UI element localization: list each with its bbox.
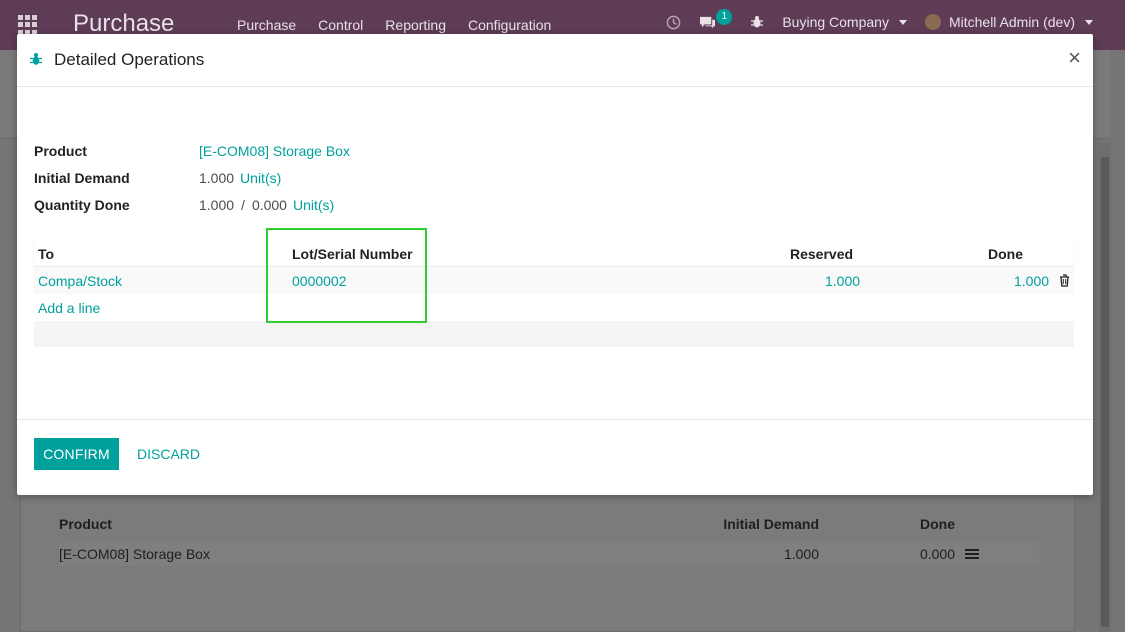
company-switcher[interactable]: Buying Company [782, 14, 907, 30]
close-icon[interactable]: × [1068, 47, 1081, 69]
systray: 1 Buying Company Mitchell Admin (dev) [666, 9, 1093, 30]
operation-summary: Product [E-COM08] Storage Box Initial De… [34, 137, 350, 218]
confirm-button[interactable]: CONFIRM [34, 438, 119, 470]
quantity-done-label: Quantity Done [34, 196, 130, 213]
initial-demand-label: Initial Demand [34, 169, 130, 186]
discard-button[interactable]: DISCARD [129, 438, 208, 470]
col-to[interactable]: To [38, 246, 54, 262]
debug-bug-icon[interactable] [750, 15, 764, 29]
scrollbar[interactable] [1099, 143, 1111, 632]
initial-demand-uom-link[interactable]: Unit(s) [240, 170, 281, 186]
quantity-reserved-value: 0.000 [251, 196, 287, 213]
row-done: 0.000 [919, 546, 955, 562]
col-product: Product [59, 516, 112, 532]
table-row[interactable]: Compa/Stock 0000002 1.000 1.000 [34, 267, 1074, 294]
messages-count-badge: 1 [716, 9, 733, 25]
bug-icon [30, 53, 42, 65]
main-menu: Purchase Control Reporting Configuration [237, 17, 551, 33]
trash-icon[interactable] [1059, 274, 1070, 287]
product-label: Product [34, 142, 87, 159]
menu-item-reporting[interactable]: Reporting [385, 17, 446, 33]
move-lines-table: To Lot/Serial Number Reserved Done Compa… [34, 239, 1074, 347]
dialog-footer: CONFIRM DISCARD [17, 419, 1093, 495]
row-initial-demand: 1.000 [783, 546, 819, 562]
activity-clock-icon[interactable] [666, 15, 681, 30]
detailed-operations-list-icon[interactable] [955, 548, 1015, 560]
table-footer [34, 321, 1074, 347]
quantity-separator: / [241, 196, 245, 213]
avatar [924, 14, 941, 30]
col-done[interactable]: Done [988, 246, 1023, 262]
col-lot-serial-number[interactable]: Lot/Serial Number [292, 246, 413, 262]
add-line-link[interactable]: Add a line [38, 300, 100, 316]
background-operations-table: Product Initial Demand Done [E-COM08] St… [59, 516, 1039, 566]
chat-icon [700, 16, 716, 28]
chevron-down-icon [1085, 19, 1093, 25]
row-product: [E-COM08] Storage Box [59, 546, 210, 562]
apps-menu-icon[interactable] [18, 15, 38, 35]
table-header: To Lot/Serial Number Reserved Done [34, 239, 1074, 267]
row-destination[interactable]: Compa/Stock [38, 273, 122, 289]
row-lot-serial[interactable]: 0000002 [292, 273, 347, 289]
dialog-title: Detailed Operations [54, 50, 205, 69]
col-initial-demand: Initial Demand [723, 516, 819, 532]
dialog-header: Detailed Operations × [17, 34, 1093, 87]
col-done: Done [920, 516, 955, 532]
chevron-down-icon [898, 19, 907, 25]
messages-button[interactable]: 1 [699, 9, 733, 30]
quantity-done-value: 1.000 [199, 196, 235, 213]
initial-demand-value: 1.000 [199, 169, 235, 186]
row-done[interactable]: 1.000 [1014, 273, 1049, 289]
menu-item-control[interactable]: Control [318, 17, 363, 33]
row-reserved: 1.000 [825, 273, 861, 289]
menu-item-purchase[interactable]: Purchase [237, 17, 296, 33]
detailed-operations-dialog: Detailed Operations × Product [E-COM08] … [17, 34, 1093, 495]
menu-item-configuration[interactable]: Configuration [468, 17, 551, 33]
user-name: Mitchell Admin (dev) [948, 14, 1075, 30]
company-name: Buying Company [782, 14, 889, 30]
table-header: Product Initial Demand Done [59, 516, 1039, 540]
product-link[interactable]: [E-COM08] Storage Box [199, 143, 350, 159]
add-line-row: Add a line [34, 294, 1074, 321]
col-reserved[interactable]: Reserved [790, 246, 853, 262]
quantity-done-uom-link[interactable]: Unit(s) [293, 197, 334, 213]
user-menu[interactable]: Mitchell Admin (dev) [924, 14, 1093, 30]
table-row[interactable]: [E-COM08] Storage Box 1.000 0.000 [59, 542, 1039, 566]
